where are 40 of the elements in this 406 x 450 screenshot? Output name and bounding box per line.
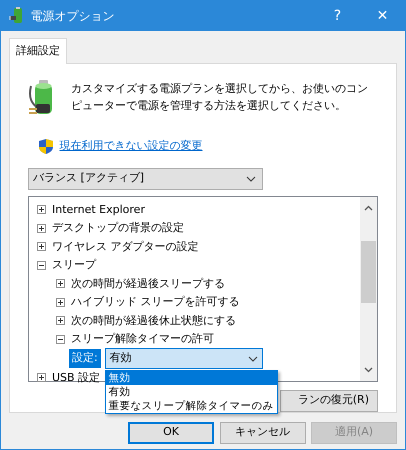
setting-dropdown[interactable]: 有効 (104, 348, 263, 369)
restore-plan-button[interactable]: ランの復元(R) (280, 390, 378, 412)
expand-icon[interactable] (37, 242, 46, 252)
shield-icon (38, 138, 54, 154)
tree-item[interactable]: USB 設定 (52, 370, 100, 386)
window-title: 電源オプション (30, 8, 116, 25)
close-button[interactable]: ✕ (360, 1, 405, 31)
dialog-button[interactable]: キャンセル (220, 422, 306, 444)
expand-icon[interactable] (37, 224, 46, 233)
tree-item[interactable]: ワイヤレス アダプターの設定 (52, 238, 198, 255)
expand-icon[interactable] (56, 316, 65, 326)
setting-label: 設定: (69, 349, 101, 368)
scroll-down-icon[interactable] (364, 366, 373, 372)
app-icon (9, 7, 25, 25)
tree-item[interactable]: 次の時間が経過後スリープする (71, 276, 225, 292)
tree-item[interactable]: デスクトップの背景の設定 (52, 220, 184, 236)
tree-item[interactable]: スリープ (52, 257, 96, 274)
plan-dropdown[interactable]: バランス [アクティブ] (28, 168, 263, 190)
tab[interactable]: 詳細設定 (9, 38, 67, 64)
change-settings-link[interactable]: 現在利用できない設定の変更 (60, 138, 202, 154)
scroll-up-icon[interactable] (364, 204, 373, 210)
help-button[interactable]: ? (315, 1, 360, 31)
dropdown-option[interactable]: 無効 (106, 371, 277, 385)
expand-icon[interactable] (56, 279, 65, 288)
expand-icon[interactable] (56, 298, 65, 307)
tree-item[interactable]: スリープ解除タイマーの許可 (71, 331, 214, 348)
expand-icon[interactable] (37, 205, 46, 214)
collapse-icon[interactable] (56, 334, 65, 344)
scrollbar-thumb[interactable] (361, 240, 376, 302)
description-text: カスタマイズする電源プランを選択してから、お使いのコンピューターで電源を管理する方法を選択してください。 (71, 80, 369, 114)
dialog-button[interactable]: OK (128, 422, 214, 444)
dropdown-option[interactable]: 重要なスリープ解除タイマーのみ (106, 399, 277, 413)
tree-item[interactable]: 次の時間が経過後休止状態にする (71, 312, 236, 329)
tree-item[interactable]: ハイブリッド スリープを許可する (71, 294, 240, 310)
chevron-down-icon (246, 176, 256, 182)
expand-icon[interactable] (37, 373, 46, 382)
chevron-down-icon (248, 356, 258, 362)
tree-item[interactable]: Internet Explorer (52, 202, 145, 218)
dropdown-option[interactable]: 有効 (106, 385, 277, 399)
collapse-icon[interactable] (37, 260, 46, 270)
